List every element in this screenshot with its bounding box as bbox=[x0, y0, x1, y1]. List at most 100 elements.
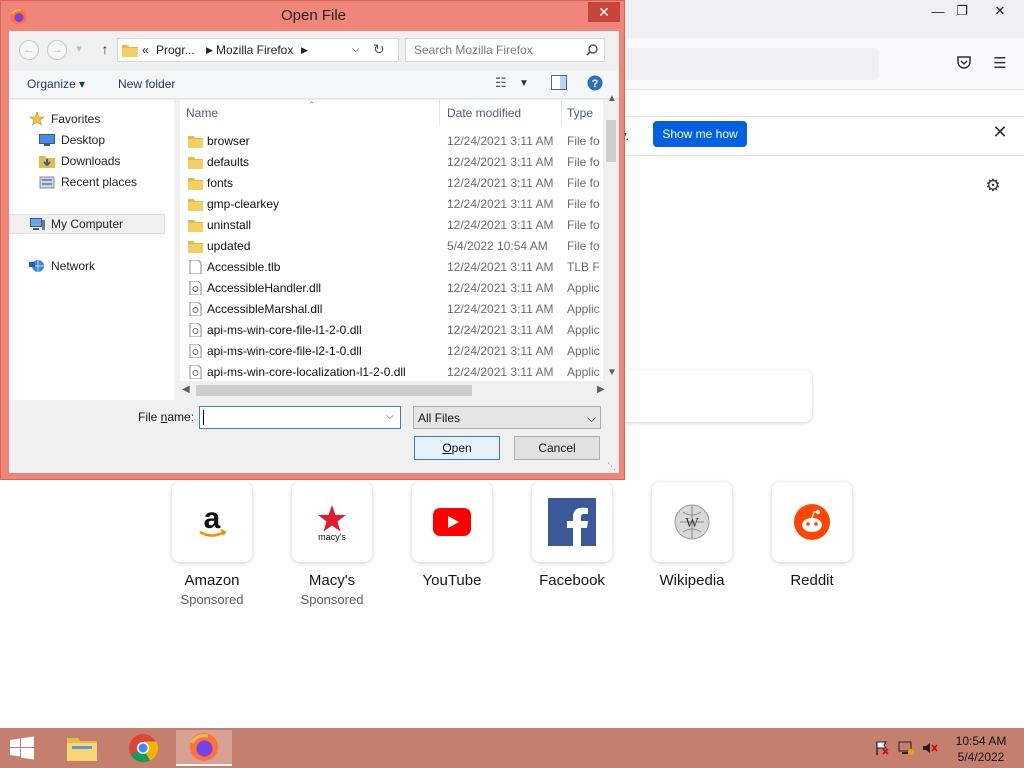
file-row[interactable]: api-ms-win-core-file-l1-2-0.dll 12/24/202… bbox=[180, 320, 600, 341]
svg-text:?: ? bbox=[592, 78, 599, 90]
scroll-left-icon[interactable]: ◀ bbox=[182, 384, 190, 395]
nav-favorites[interactable]: Favorites bbox=[29, 109, 100, 129]
newtab-search-box[interactable] bbox=[612, 370, 812, 422]
top-site-wikipedia[interactable]: W Wikipedia bbox=[652, 482, 732, 607]
scroll-down-icon[interactable]: ▼ bbox=[607, 367, 617, 378]
file-list: Name ⌃ Date modified Type browser 12/24/2… bbox=[180, 93, 619, 400]
show-me-how-button[interactable]: Show me how bbox=[653, 121, 747, 147]
file-row[interactable]: defaults 12/24/2021 3:11 AM File fol bbox=[180, 152, 600, 173]
file-row[interactable]: fonts 12/24/2021 3:11 AM File fol bbox=[180, 173, 600, 194]
help-icon[interactable]: ? bbox=[587, 75, 603, 94]
horizontal-scrollbar[interactable]: ◀ ▶ bbox=[180, 381, 619, 400]
text-caret bbox=[203, 410, 204, 425]
column-header-date[interactable]: Date modified bbox=[447, 100, 557, 126]
chevron-down-icon[interactable]: ⌵ bbox=[386, 411, 394, 422]
search-input[interactable]: Search Mozilla Firefox bbox=[405, 38, 605, 62]
file-explorer-taskbar-icon[interactable] bbox=[54, 730, 110, 766]
nav-network[interactable]: Network bbox=[29, 256, 95, 276]
chrome-taskbar-icon[interactable] bbox=[115, 730, 171, 766]
file-type-cell: Applic bbox=[567, 302, 600, 316]
view-options-icon[interactable]: ☷ bbox=[495, 75, 507, 91]
file-row[interactable]: api-ms-win-core-localization-l1-2-0.dll 1… bbox=[180, 362, 600, 383]
volume-muted-icon[interactable] bbox=[922, 740, 938, 759]
window-close-button[interactable]: ✕ bbox=[984, 0, 1016, 22]
top-site-macys[interactable]: macy's Macy's Sponsored bbox=[292, 482, 372, 607]
chevron-down-icon[interactable]: ⌵ bbox=[352, 44, 360, 55]
scroll-right-icon[interactable]: ▶ bbox=[597, 384, 605, 395]
dll-file-icon bbox=[188, 364, 203, 380]
top-site-youtube[interactable]: YouTube bbox=[412, 482, 492, 607]
chevron-right-icon[interactable]: ▶ bbox=[206, 45, 213, 56]
file-row[interactable]: updated 5/4/2022 10:54 AM File fol bbox=[180, 236, 600, 257]
file-row[interactable]: api-ms-win-core-file-l2-1-0.dll 12/24/202… bbox=[180, 341, 600, 362]
network-status-icon[interactable] bbox=[898, 740, 914, 759]
close-icon[interactable]: ✕ bbox=[990, 122, 1010, 142]
organize-button[interactable]: Organize ▾ bbox=[27, 77, 85, 91]
preview-pane-icon[interactable] bbox=[551, 75, 567, 93]
file-row[interactable]: Accessible.tlb 12/24/2021 3:11 AM TLB Fil bbox=[180, 257, 600, 278]
nav-downloads[interactable]: Downloads bbox=[39, 151, 120, 171]
file-date-cell: 12/24/2021 3:11 AM bbox=[447, 344, 554, 358]
column-header-type[interactable]: Type bbox=[567, 100, 600, 126]
taskbar-clock[interactable]: 10:54 AM 5/4/2022 bbox=[950, 733, 1012, 765]
folder-icon bbox=[188, 176, 203, 190]
column-divider[interactable] bbox=[439, 100, 440, 126]
dialog-close-button[interactable]: ✕ bbox=[588, 2, 620, 22]
file-row[interactable]: browser 12/24/2021 3:11 AM File fol bbox=[180, 131, 600, 152]
file-name-cell: Accessible.tlb bbox=[207, 260, 281, 274]
top-site-facebook[interactable]: Facebook bbox=[532, 482, 612, 607]
scroll-up-icon[interactable]: ▲ bbox=[607, 93, 617, 104]
cancel-button[interactable]: Cancel bbox=[514, 436, 600, 460]
address-segment-progr[interactable]: Progr... bbox=[156, 43, 195, 57]
nav-desktop[interactable]: Desktop bbox=[39, 130, 105, 150]
search-icon[interactable] bbox=[586, 44, 598, 56]
back-button[interactable]: ← bbox=[19, 40, 39, 60]
menu-icon[interactable]: ☰ bbox=[990, 54, 1010, 74]
file-row[interactable]: AccessibleHandler.dll 12/24/2021 3:11 AM A… bbox=[180, 278, 600, 299]
resize-grip-icon[interactable]: ⋱ bbox=[607, 461, 616, 472]
file-name-input[interactable]: ⌵ bbox=[199, 406, 401, 429]
up-button[interactable]: ↑ bbox=[95, 40, 115, 60]
action-center-flag-icon[interactable] bbox=[874, 740, 890, 759]
file-type-cell: Applic bbox=[567, 365, 600, 379]
file-name-cell: defaults bbox=[207, 155, 250, 169]
file-row[interactable]: uninstall 12/24/2021 3:11 AM File fol bbox=[180, 215, 600, 236]
top-site-amazon[interactable]: a Amazon Sponsored bbox=[172, 482, 252, 607]
nav-recent-places[interactable]: Recent places bbox=[39, 172, 137, 192]
new-folder-button[interactable]: New folder bbox=[118, 77, 175, 91]
pocket-icon[interactable] bbox=[954, 54, 974, 74]
open-button[interactable]: Open bbox=[414, 436, 500, 460]
svg-text:macy's: macy's bbox=[318, 532, 346, 542]
top-site-reddit[interactable]: Reddit bbox=[772, 482, 852, 607]
open-file-dialog: Open File ✕ ← → ▾ ↑ « Progr... ▶ Mozilla… bbox=[0, 0, 625, 480]
address-bar[interactable]: « Progr... ▶ Mozilla Firefox ▶ ⌵ ↻ bbox=[117, 38, 399, 62]
file-type-cell: File fol bbox=[567, 134, 600, 148]
file-name-cell: api-ms-win-core-file-l2-1-0.dll bbox=[207, 344, 362, 358]
nav-my-computer[interactable]: My Computer bbox=[29, 214, 123, 234]
refresh-icon[interactable]: ↻ bbox=[373, 41, 385, 58]
clock-date: 5/4/2022 bbox=[957, 750, 1005, 764]
horizontal-scroll-thumb[interactable] bbox=[196, 385, 472, 396]
firefox-taskbar-icon[interactable] bbox=[176, 730, 232, 766]
gear-icon[interactable]: ⚙ bbox=[983, 176, 1003, 196]
address-overflow[interactable]: « bbox=[142, 43, 149, 57]
address-segment-firefox[interactable]: Mozilla Firefox bbox=[216, 43, 293, 57]
site-title: Amazon bbox=[184, 572, 240, 589]
vertical-scroll-thumb[interactable] bbox=[606, 120, 616, 162]
recent-locations-chevron-icon[interactable]: ▾ bbox=[73, 40, 85, 60]
windows-start-icon[interactable] bbox=[6, 736, 38, 760]
column-divider[interactable] bbox=[561, 100, 562, 126]
forward-button[interactable]: → bbox=[47, 40, 67, 60]
site-title: Reddit bbox=[790, 572, 834, 589]
file-type-cell: File fol bbox=[567, 197, 600, 211]
chevron-down-icon[interactable]: ⌵ bbox=[587, 411, 596, 426]
site-sponsored: Sponsored bbox=[300, 592, 364, 607]
file-row[interactable]: AccessibleMarshal.dll 12/24/2021 3:11 AM A… bbox=[180, 299, 600, 320]
file-type-select[interactable]: All Files ⌵ bbox=[413, 406, 601, 429]
chevron-down-icon[interactable]: ▼ bbox=[519, 78, 529, 89]
file-row[interactable]: gmp-clearkey 12/24/2021 3:11 AM File fol bbox=[180, 194, 600, 215]
star-icon bbox=[29, 111, 45, 126]
vertical-scrollbar[interactable]: ▲ ▼ bbox=[603, 93, 619, 381]
chevron-right-icon[interactable]: ▶ bbox=[301, 45, 308, 56]
restore-button[interactable]: ❐ bbox=[946, 0, 978, 22]
